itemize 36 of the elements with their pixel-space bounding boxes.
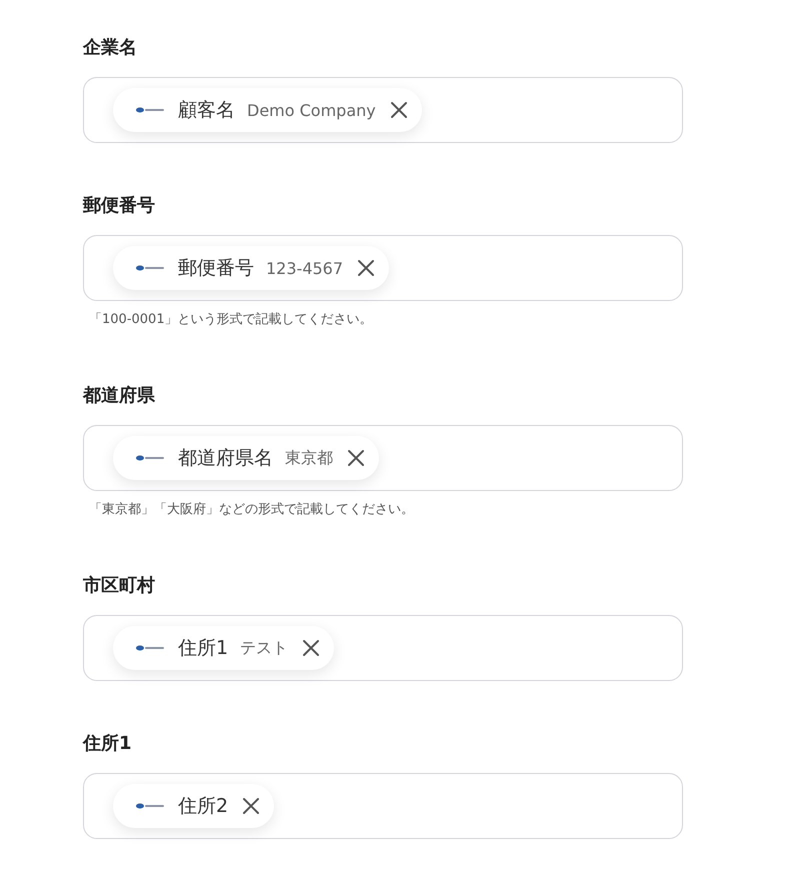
chip-value: 東京都 — [285, 448, 333, 468]
chip-name: 郵便番号 — [178, 256, 254, 281]
close-icon[interactable] — [347, 449, 365, 467]
chip-value: 123-4567 — [266, 258, 344, 278]
input-field[interactable]: 住所2 — [83, 773, 683, 839]
chip-name: 住所1 — [178, 636, 228, 661]
chip-name: 住所2 — [178, 794, 228, 819]
logo-icon — [135, 802, 165, 810]
logo-icon — [135, 264, 165, 272]
field-label: 都道府県 — [83, 384, 156, 408]
input-field[interactable]: 住所1 テスト — [83, 615, 683, 681]
input-field[interactable]: 都道府県名 東京都 — [83, 425, 683, 491]
close-icon[interactable] — [390, 101, 408, 119]
input-field[interactable]: 顧客名 Demo Company — [83, 77, 683, 143]
logo-icon — [135, 644, 165, 652]
close-icon[interactable] — [302, 639, 320, 657]
field-label: 企業名 — [83, 36, 138, 60]
hint-text: 「東京都」「大阪府」などの形式で記載してください。 — [89, 501, 415, 519]
field-label: 市区町村 — [83, 574, 156, 598]
field-label: 住所1 — [83, 732, 133, 756]
variable-chip[interactable]: 都道府県名 東京都 — [113, 436, 379, 480]
variable-chip[interactable]: 顧客名 Demo Company — [113, 88, 422, 132]
close-icon[interactable] — [242, 797, 260, 815]
chip-name: 都道府県名 — [178, 446, 273, 471]
chip-value: テスト — [240, 638, 288, 658]
close-icon[interactable] — [357, 259, 376, 277]
logo-icon — [135, 454, 165, 462]
chip-value: Demo Company — [247, 100, 376, 120]
field-label: 郵便番号 — [83, 194, 156, 218]
hint-text: 「100-0001」という形式で記載してください。 — [89, 311, 374, 329]
logo-icon — [135, 106, 165, 114]
variable-chip[interactable]: 郵便番号 123-4567 — [113, 246, 390, 290]
variable-chip[interactable]: 住所1 テスト — [113, 626, 334, 670]
variable-chip[interactable]: 住所2 — [113, 784, 274, 828]
chip-name: 顧客名 — [178, 98, 235, 123]
input-field[interactable]: 郵便番号 123-4567 — [83, 235, 683, 301]
